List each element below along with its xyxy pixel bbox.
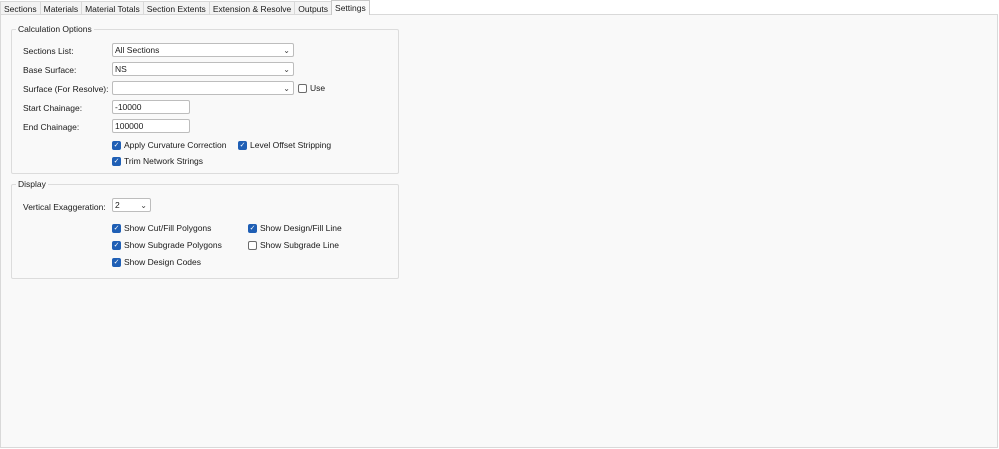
vertical-exaggeration-label: Vertical Exaggeration: [23,202,106,212]
end-chainage-input[interactable]: 100000 [112,119,190,133]
show-subgrade-line-checkbox[interactable]: ✓ Show Subgrade Line [248,240,339,250]
base-surface-label: Base Surface: [23,65,77,75]
tab-extension-resolve[interactable]: Extension & Resolve [208,1,296,15]
start-chainage-input[interactable]: -10000 [112,100,190,114]
tab-section-extents[interactable]: Section Extents [142,1,210,15]
show-subgrade-polygons-label: Show Subgrade Polygons [124,240,222,250]
show-design-fill-line-checkbox[interactable]: ✓ Show Design/Fill Line [248,223,342,233]
level-offset-checkbox[interactable]: ✓ Level Offset Stripping [238,140,331,150]
display-group: Display Vertical Exaggeration: 2 ⌄ ✓ Sho… [11,178,399,279]
sections-list-value: All Sections [115,45,160,55]
show-design-fill-line-label: Show Design/Fill Line [260,223,342,233]
check-icon: ✓ [112,257,121,267]
calculation-options-group: Calculation Options Sections List: All S… [11,23,399,174]
calculation-options-title: Calculation Options [16,23,94,35]
check-icon: ✓ [238,140,247,150]
check-icon: ✓ [248,240,257,250]
chevron-down-icon: ⌄ [283,65,290,74]
vertical-exaggeration-dropdown[interactable]: 2 ⌄ [112,198,151,212]
show-design-codes-label: Show Design Codes [124,257,202,267]
show-cut-fill-label: Show Cut/Fill Polygons [124,223,212,233]
start-chainage-label: Start Chainage: [23,103,83,113]
sections-list-dropdown[interactable]: All Sections ⌄ [112,43,294,57]
end-chainage-label: End Chainage: [23,122,80,132]
tab-settings[interactable]: Settings [331,0,370,15]
tab-materials[interactable]: Materials [39,1,83,15]
show-design-codes-checkbox[interactable]: ✓ Show Design Codes [112,257,201,267]
resolve-surface-label: Surface (For Resolve): [23,84,109,94]
tab-material-totals[interactable]: Material Totals [81,1,144,15]
show-subgrade-line-label: Show Subgrade Line [260,240,339,250]
level-offset-label: Level Offset Stripping [250,140,332,150]
trim-network-checkbox[interactable]: ✓ Trim Network Strings [112,156,203,166]
use-checkbox[interactable]: ✓ Use [298,83,325,93]
vertical-exaggeration-value: 2 [115,200,120,210]
chevron-down-icon: ⌄ [140,201,147,210]
settings-panel: Calculation Options Sections List: All S… [0,14,998,448]
chevron-down-icon: ⌄ [283,46,290,55]
base-surface-value: NS [115,64,127,74]
show-subgrade-polygons-checkbox[interactable]: ✓ Show Subgrade Polygons [112,240,222,250]
show-cut-fill-checkbox[interactable]: ✓ Show Cut/Fill Polygons [112,223,211,233]
check-icon: ✓ [112,240,121,250]
check-icon: ✓ [112,223,121,233]
tab-bar: Sections Materials Material Totals Secti… [0,0,999,15]
base-surface-dropdown[interactable]: NS ⌄ [112,62,294,76]
display-title: Display [16,178,48,190]
check-icon: ✓ [112,156,121,166]
tab-outputs[interactable]: Outputs [294,1,333,15]
sections-list-label: Sections List: [23,46,74,56]
apply-curvature-checkbox[interactable]: ✓ Apply Curvature Correction [112,140,227,150]
trim-network-label: Trim Network Strings [124,156,204,166]
tab-sections[interactable]: Sections [0,1,41,15]
resolve-surface-dropdown[interactable]: ⌄ [112,81,294,95]
check-icon: ✓ [298,83,307,93]
check-icon: ✓ [248,223,257,233]
use-label: Use [310,83,326,93]
apply-curvature-label: Apply Curvature Correction [124,140,227,150]
check-icon: ✓ [112,140,121,150]
chevron-down-icon: ⌄ [283,84,290,93]
